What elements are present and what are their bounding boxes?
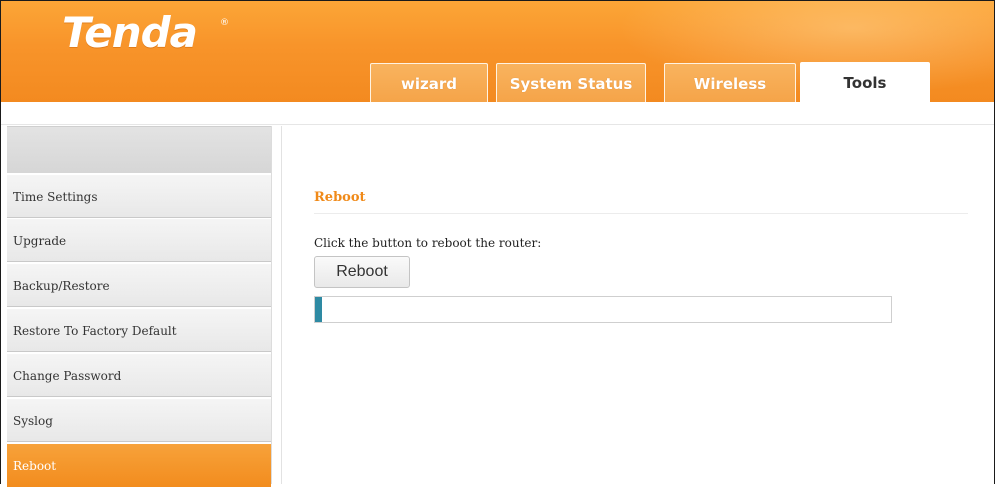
sidebar-item-time-settings[interactable]: Time Settings (7, 174, 271, 218)
reboot-button[interactable]: Reboot (314, 256, 410, 288)
tab-system-status[interactable]: System Status (496, 63, 646, 102)
sidebar-item-backup-restore[interactable]: Backup/Restore (7, 263, 271, 307)
tab-tools[interactable]: Tools (800, 62, 930, 102)
header-band (0, 102, 995, 125)
sidebar-header (7, 126, 271, 173)
reboot-progress-bar (314, 296, 892, 323)
header-banner: Tenda ® wizard System Status Wireless To… (0, 0, 995, 102)
sidebar-item-upgrade[interactable]: Upgrade (7, 218, 271, 262)
tenda-logo: Tenda (62, 8, 198, 57)
section-title: Reboot (314, 190, 366, 205)
sidebar-item-reboot[interactable]: Reboot (7, 443, 271, 487)
progress-fill (315, 297, 322, 322)
sidebar-item-restore-factory-default[interactable]: Restore To Factory Default (7, 308, 271, 352)
section-divider (314, 213, 968, 214)
reboot-instruction: Click the button to reboot the router: (314, 236, 542, 250)
tab-wizard[interactable]: wizard (370, 63, 488, 102)
sidebar-item-change-password[interactable]: Change Password (7, 353, 271, 397)
sidebar-item-syslog[interactable]: Syslog (7, 398, 271, 442)
registered-mark: ® (220, 18, 229, 28)
main-content: Reboot Click the button to reboot the ro… (281, 126, 995, 484)
tab-wireless[interactable]: Wireless (664, 63, 796, 102)
sidebar: Time Settings Upgrade Backup/Restore Res… (7, 126, 272, 487)
